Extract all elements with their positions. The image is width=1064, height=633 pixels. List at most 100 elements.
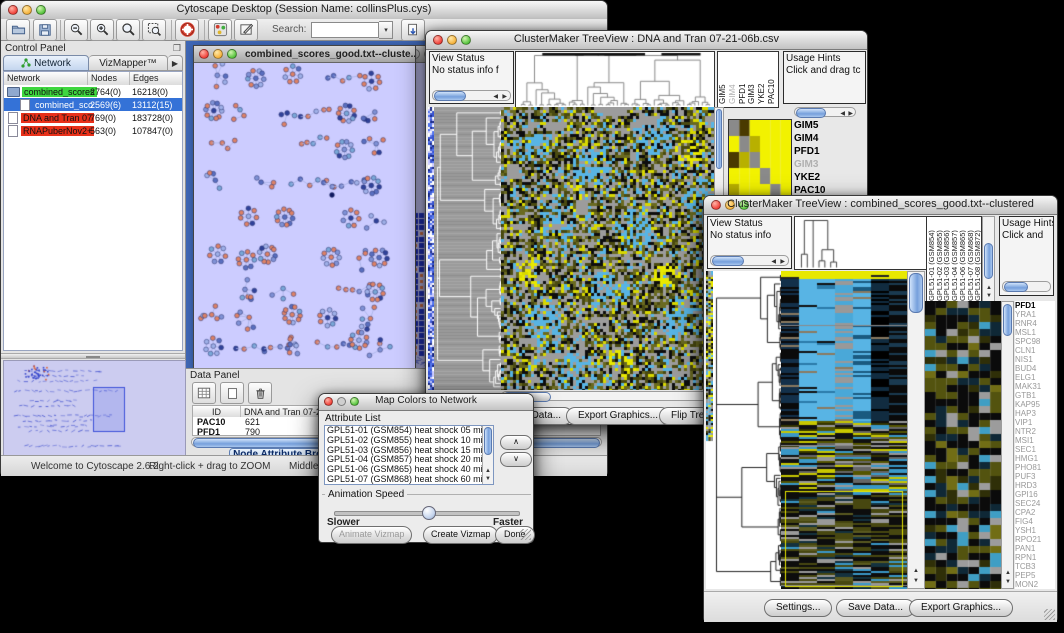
gene-label[interactable]: CPA2: [1015, 508, 1055, 517]
zoom-button[interactable]: [227, 49, 237, 59]
gene-label[interactable]: GTB1: [1015, 391, 1055, 400]
gene-label[interactable]: HAP3: [1015, 409, 1055, 418]
gene-label[interactable]: ELG1: [1015, 373, 1055, 382]
row-dendrogram-canvas[interactable]: [713, 271, 781, 589]
slider-thumb[interactable]: [422, 506, 436, 520]
move-down-button[interactable]: ∨: [500, 452, 532, 467]
close-button[interactable]: [199, 49, 209, 59]
close-button[interactable]: [433, 35, 443, 45]
column-label[interactable]: GIM4: [728, 52, 738, 107]
row-label[interactable]: PFD1: [794, 145, 860, 158]
zoom-selected-icon[interactable]: [116, 19, 140, 41]
search-dropdown-arrow-icon[interactable]: ▾: [379, 21, 393, 39]
gene-label[interactable]: FIG4: [1015, 517, 1055, 526]
column-header-edges[interactable]: Edges: [130, 72, 182, 85]
gene-label[interactable]: HMG1: [1015, 454, 1055, 463]
row-label[interactable]: GIM5: [794, 119, 860, 132]
gene-label[interactable]: RPN1: [1015, 553, 1055, 562]
column-label[interactable]: GPL51-08 (GSM872): [973, 217, 981, 301]
column-label[interactable]: GIM3: [747, 52, 757, 107]
gene-label[interactable]: PHO81: [1015, 463, 1055, 472]
node-attribute-icon[interactable]: [208, 19, 232, 41]
row-label[interactable]: YKE2: [794, 171, 860, 184]
gene-label[interactable]: HRD3: [1015, 481, 1055, 490]
import-icon[interactable]: [401, 19, 425, 41]
float-panel-icon[interactable]: ❐: [173, 43, 181, 54]
column-label[interactable]: GPL51-04 (GSM857): [950, 217, 958, 301]
heatmap-canvas[interactable]: [501, 107, 714, 390]
gene-label[interactable]: MSL1: [1015, 328, 1055, 337]
search-input[interactable]: [311, 22, 379, 38]
gene-label[interactable]: MAK31: [1015, 382, 1055, 391]
gene-label[interactable]: YRA1: [1015, 310, 1055, 319]
save-data-button[interactable]: Save Data...: [836, 599, 915, 617]
close-button[interactable]: [324, 397, 333, 406]
create-vizmap-button[interactable]: Create Vizmap: [423, 526, 498, 544]
delete-attribute-icon[interactable]: [248, 382, 272, 404]
gene-list-vscrollbar[interactable]: ▲ ▼: [1001, 301, 1014, 589]
attribute-list-vscrollbar[interactable]: ▲ ▼: [482, 426, 493, 484]
network-table-row[interactable]: RNAPuberNov2+563(0)107847(0): [4, 124, 182, 137]
global-heatmap-canvas[interactable]: [781, 271, 907, 589]
tab-overflow-arrow[interactable]: ▶: [168, 55, 183, 71]
gene-label[interactable]: PUF3: [1015, 472, 1055, 481]
tab-vizmapper[interactable]: VizMapper™: [89, 55, 168, 71]
panel-divider[interactable]: [1, 353, 185, 359]
close-button[interactable]: [711, 200, 721, 210]
new-attribute-icon[interactable]: [220, 382, 244, 404]
column-dendrogram-canvas[interactable]: [515, 51, 715, 108]
attribute-list[interactable]: GPL51-01 (GSM854) heat shock 05 minGPL51…: [324, 425, 494, 485]
gene-label[interactable]: SEC1: [1015, 445, 1055, 454]
gene-label[interactable]: GPI16: [1015, 490, 1055, 499]
column-labels-vscrollbar[interactable]: ▲ ▼: [982, 216, 995, 302]
column-label[interactable]: GPL51-03 (GSM856): [942, 217, 950, 301]
gene-label[interactable]: YSH1: [1015, 526, 1055, 535]
move-up-button[interactable]: ∧: [500, 435, 532, 450]
row-label[interactable]: GIM4: [794, 132, 860, 145]
column-label[interactable]: PFD1: [738, 52, 748, 107]
column-header-id[interactable]: ID: [193, 406, 241, 417]
usage-hscrollbar[interactable]: [1002, 281, 1051, 292]
gene-label[interactable]: TCB3: [1015, 562, 1055, 571]
row-label[interactable]: GIM3: [794, 158, 860, 171]
close-button[interactable]: [8, 5, 18, 15]
column-label[interactable]: GPL51-06 (GSM865): [958, 217, 966, 301]
treeview2-titlebar[interactable]: ClusterMaker TreeView : combined_scores_…: [704, 196, 1057, 215]
attribute-table-icon[interactable]: [192, 382, 216, 404]
gene-label[interactable]: VIP1: [1015, 418, 1055, 427]
zoom-out-icon[interactable]: [64, 19, 88, 41]
gene-label[interactable]: RPO21: [1015, 535, 1055, 544]
export-graphics-button[interactable]: Export Graphics...: [566, 407, 670, 425]
gene-label[interactable]: PFD1: [1015, 301, 1055, 310]
gene-label[interactable]: NIS1: [1015, 355, 1055, 364]
gene-label[interactable]: RNR4: [1015, 319, 1055, 328]
column-dendrogram-canvas[interactable]: [794, 216, 928, 270]
network-table-row[interactable]: combined_scores2764(0)16218(0): [4, 85, 182, 98]
network-table-row[interactable]: DNA and Tran 07769(0)183728(0): [4, 111, 182, 124]
network-table-row[interactable]: combined_sco2569(6)13112(15): [4, 98, 182, 111]
zoom-in-icon[interactable]: [90, 19, 114, 41]
view-status-hscrollbar[interactable]: ◀ ▶: [432, 90, 511, 101]
gene-label[interactable]: SEC24: [1015, 499, 1055, 508]
gene-label[interactable]: KAP95: [1015, 400, 1055, 409]
tab-network[interactable]: Network: [3, 55, 89, 71]
annotation-icon[interactable]: [234, 19, 258, 41]
column-label[interactable]: PAC10: [767, 52, 777, 107]
resize-grip[interactable]: [520, 529, 531, 540]
animate-vizmap-button[interactable]: Animate Vizmap: [331, 526, 412, 544]
gene-label[interactable]: PEP5: [1015, 571, 1055, 580]
dialog-titlebar[interactable]: Map Colors to Network: [319, 394, 533, 411]
resize-grip[interactable]: [1044, 609, 1055, 620]
export-graphics-button[interactable]: Export Graphics...: [909, 599, 1013, 617]
row-dendrogram-canvas[interactable]: [434, 107, 501, 390]
column-label[interactable]: GIM5: [718, 52, 728, 107]
gene-label[interactable]: NTR2: [1015, 427, 1055, 436]
network-view-canvas[interactable]: [194, 63, 415, 368]
gene-label[interactable]: MON2: [1015, 580, 1055, 589]
gene-label[interactable]: BUD4: [1015, 364, 1055, 373]
settings-button[interactable]: Settings...: [764, 599, 832, 617]
view-status-hscrollbar[interactable]: ◀ ▶: [710, 255, 789, 266]
global-overview-strip[interactable]: [706, 271, 713, 589]
zoom-heatmap-canvas[interactable]: [925, 301, 1001, 589]
gene-label[interactable]: MSI1: [1015, 436, 1055, 445]
